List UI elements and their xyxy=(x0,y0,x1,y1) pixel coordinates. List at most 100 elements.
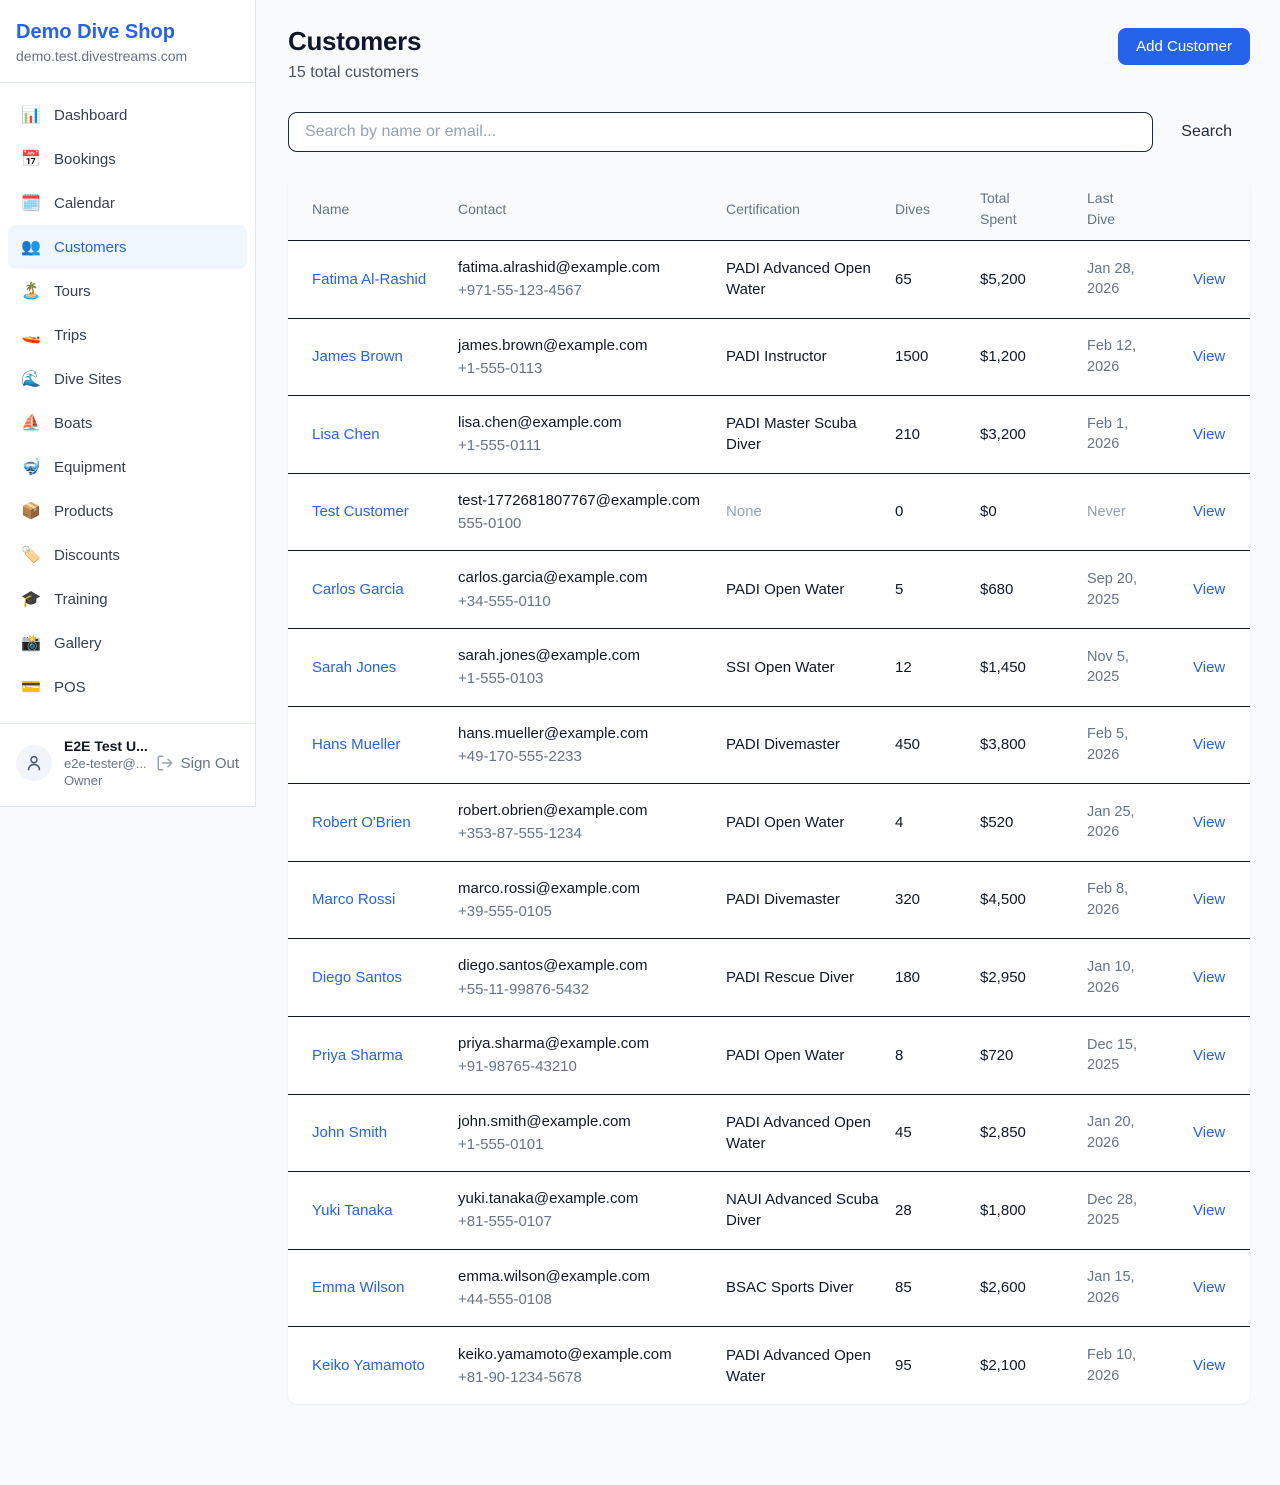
view-link[interactable]: View xyxy=(1193,348,1225,365)
customer-total-spent: $2,600 xyxy=(980,1261,1087,1314)
view-link[interactable]: View xyxy=(1193,814,1225,831)
sidebar-item-trips[interactable]: 🚤 Trips xyxy=(8,313,247,357)
table-row: Fatima Al-Rashid fatima.alrashid@example… xyxy=(288,241,1250,319)
view-link[interactable]: View xyxy=(1193,1357,1225,1374)
sidebar-item-products[interactable]: 📦 Products xyxy=(8,489,247,533)
column-header-last-dive: Last Dive xyxy=(1087,178,1145,240)
customer-phone: +1-555-0111 xyxy=(458,435,714,456)
customer-last-dive: Jan 25, 2026 xyxy=(1087,802,1153,843)
customer-last-dive: Jan 15, 2026 xyxy=(1087,1267,1153,1308)
sidebar-item-boats[interactable]: ⛵ Boats xyxy=(8,401,247,445)
nav-item-icon: 🚤 xyxy=(20,325,42,345)
customer-name-link[interactable]: Priya Sharma xyxy=(312,1045,403,1066)
customer-certification: PADI Open Water xyxy=(726,1029,895,1082)
customer-email: yuki.tanaka@example.com xyxy=(458,1188,714,1209)
sidebar-item-dive-sites[interactable]: 🌊 Dive Sites xyxy=(8,357,247,401)
customer-email: carlos.garcia@example.com xyxy=(458,567,714,588)
customer-name-link[interactable]: Fatima Al-Rashid xyxy=(312,269,426,290)
customer-name-link[interactable]: Yuki Tanaka xyxy=(312,1200,393,1221)
customer-name-link[interactable]: Test Customer xyxy=(312,501,409,522)
customer-certification: PADI Advanced Open Water xyxy=(726,1096,895,1171)
customer-certification: BSAC Sports Diver xyxy=(726,1261,895,1314)
user-email: e2e-tester@... xyxy=(64,756,144,771)
search-button[interactable]: Search xyxy=(1181,123,1232,141)
customer-certification: PADI Rescue Diver xyxy=(726,951,895,1004)
customer-certification: SSI Open Water xyxy=(726,641,895,694)
shop-name: Demo Dive Shop xyxy=(16,20,239,44)
nav-item-icon: 💳 xyxy=(20,677,42,697)
customer-certification: PADI Advanced Open Water xyxy=(726,1329,895,1404)
customer-email: robert.obrien@example.com xyxy=(458,800,714,821)
customer-name-link[interactable]: John Smith xyxy=(312,1122,387,1143)
customer-certification: PADI Divemaster xyxy=(726,873,895,926)
sidebar-item-discounts[interactable]: 🏷️ Discounts xyxy=(8,533,247,577)
view-link[interactable]: View xyxy=(1193,1047,1225,1064)
customer-email: priya.sharma@example.com xyxy=(458,1033,714,1054)
customer-dives: 28 xyxy=(895,1184,980,1237)
customer-phone: +44-555-0108 xyxy=(458,1289,714,1310)
customer-name-link[interactable]: Robert O'Brien xyxy=(312,812,411,833)
customer-name-link[interactable]: Keiko Yamamoto xyxy=(312,1355,425,1376)
page-title: Customers xyxy=(288,26,421,57)
nav-item-label: POS xyxy=(54,679,86,696)
sidebar-item-pos[interactable]: 💳 POS xyxy=(8,665,247,709)
customer-name-link[interactable]: Hans Mueller xyxy=(312,734,400,755)
add-customer-button[interactable]: Add Customer xyxy=(1118,28,1250,65)
customer-name-link[interactable]: Marco Rossi xyxy=(312,889,395,910)
customer-name-link[interactable]: Carlos Garcia xyxy=(312,579,404,600)
customer-phone: +971-55-123-4567 xyxy=(458,280,714,301)
sidebar-item-tours[interactable]: 🏝️ Tours xyxy=(8,269,247,313)
view-link[interactable]: View xyxy=(1193,271,1225,288)
sidebar-item-equipment[interactable]: 🤿 Equipment xyxy=(8,445,247,489)
sidebar-item-gallery[interactable]: 📸 Gallery xyxy=(8,621,247,665)
sidebar-item-calendar[interactable]: 🗓️ Calendar xyxy=(8,181,247,225)
view-link[interactable]: View xyxy=(1193,503,1225,520)
customer-phone: +39-555-0105 xyxy=(458,901,714,922)
view-link[interactable]: View xyxy=(1193,581,1225,598)
customer-total-spent: $2,100 xyxy=(980,1339,1087,1392)
customer-dives: 210 xyxy=(895,408,980,461)
view-link[interactable]: View xyxy=(1193,736,1225,753)
view-link[interactable]: View xyxy=(1193,891,1225,908)
customer-dives: 85 xyxy=(895,1261,980,1314)
sign-out-button[interactable]: Sign Out xyxy=(156,754,239,772)
customer-dives: 8 xyxy=(895,1029,980,1082)
customer-name-link[interactable]: Emma Wilson xyxy=(312,1277,405,1298)
user-icon xyxy=(24,753,44,773)
view-link[interactable]: View xyxy=(1193,426,1225,443)
customer-total-spent: $4,500 xyxy=(980,873,1087,926)
customer-phone: +55-11-99876-5432 xyxy=(458,979,714,1000)
customer-name-link[interactable]: James Brown xyxy=(312,346,403,367)
sidebar-item-bookings[interactable]: 📅 Bookings xyxy=(8,137,247,181)
view-link[interactable]: View xyxy=(1193,1279,1225,1296)
nav-item-label: Trips xyxy=(54,327,87,344)
nav-item-icon: 🤿 xyxy=(20,457,42,477)
user-role: Owner xyxy=(64,773,144,788)
customer-dives: 95 xyxy=(895,1339,980,1392)
view-link[interactable]: View xyxy=(1193,1124,1225,1141)
sidebar-item-dashboard[interactable]: 📊 Dashboard xyxy=(8,93,247,137)
customer-name-link[interactable]: Sarah Jones xyxy=(312,657,396,678)
nav-item-icon: 📅 xyxy=(20,149,42,169)
table-row: John Smith john.smith@example.com +1-555… xyxy=(288,1095,1250,1173)
customer-total-spent: $5,200 xyxy=(980,253,1087,306)
customer-name-link[interactable]: Lisa Chen xyxy=(312,424,380,445)
view-link[interactable]: View xyxy=(1193,659,1225,676)
view-link[interactable]: View xyxy=(1193,969,1225,986)
customer-phone: +353-87-555-1234 xyxy=(458,823,714,844)
view-link[interactable]: View xyxy=(1193,1202,1225,1219)
customer-email: diego.santos@example.com xyxy=(458,955,714,976)
customer-total-spent: $1,800 xyxy=(980,1184,1087,1237)
nav-item-icon: 📸 xyxy=(20,633,42,653)
customer-name-link[interactable]: Diego Santos xyxy=(312,967,402,988)
user-info: E2E Test U... e2e-tester@... Owner xyxy=(64,738,144,788)
sidebar-item-customers[interactable]: 👥 Customers xyxy=(8,225,247,269)
search-input[interactable] xyxy=(288,112,1153,152)
customer-last-dive: Feb 5, 2026 xyxy=(1087,724,1153,765)
sidebar-item-training[interactable]: 🎓 Training xyxy=(8,577,247,621)
customer-total-spent: $520 xyxy=(980,796,1087,849)
customer-phone: 555-0100 xyxy=(458,513,714,534)
table-row: Carlos Garcia carlos.garcia@example.com … xyxy=(288,551,1250,629)
sidebar-header: Demo Dive Shop demo.test.divestreams.com xyxy=(0,0,255,83)
customer-total-spent: $1,450 xyxy=(980,641,1087,694)
